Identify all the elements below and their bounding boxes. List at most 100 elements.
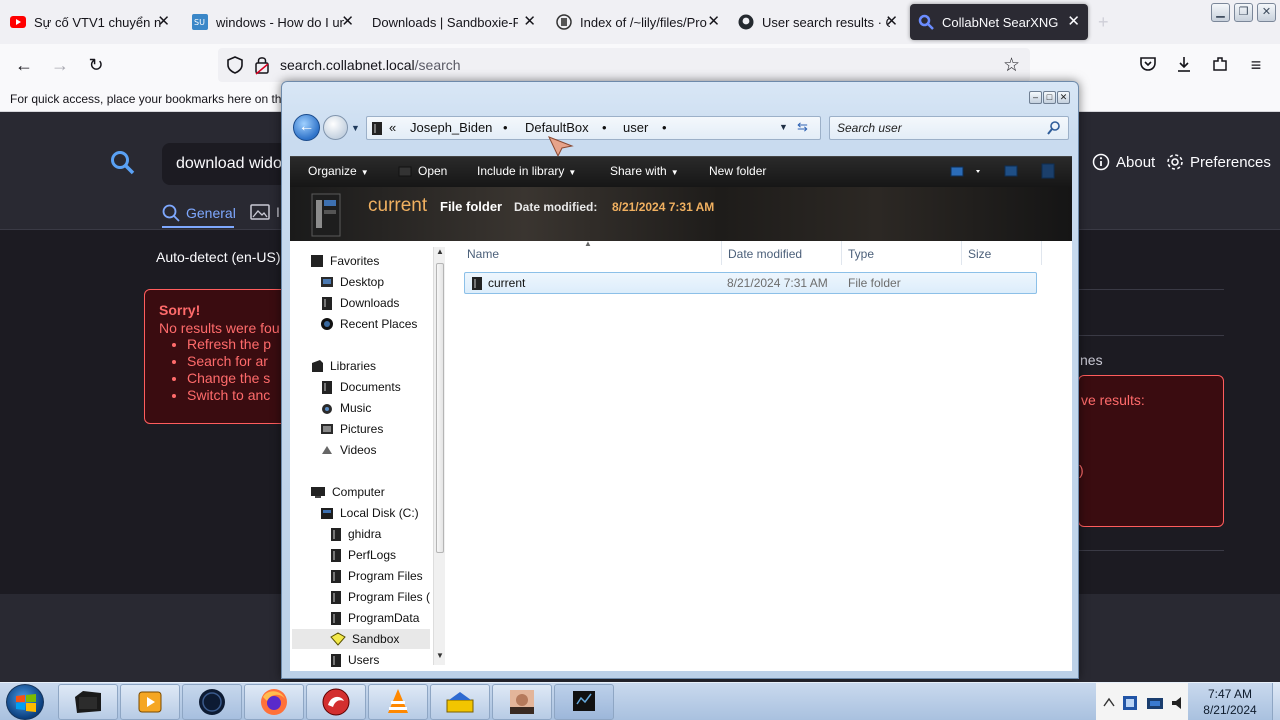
- extensions-icon[interactable]: [1210, 55, 1230, 75]
- show-desktop-button[interactable]: [1272, 683, 1280, 720]
- address-bar[interactable]: « Joseph_Biden • DefaultBox • user • ▼: [366, 116, 821, 140]
- include-in-library-button[interactable]: Include in library ▼: [477, 164, 576, 178]
- taskbar-photo-app[interactable]: [492, 684, 552, 720]
- tab-images[interactable]: I: [250, 204, 280, 220]
- back-arrow-icon[interactable]: ←: [14, 55, 34, 75]
- nav-local-disk[interactable]: Local Disk (C:): [320, 503, 419, 523]
- scroll-down-icon[interactable]: ▼: [436, 651, 444, 660]
- nav-libraries[interactable]: Libraries: [310, 356, 376, 376]
- restore-button[interactable]: ❐: [1234, 3, 1253, 22]
- taskbar-sandboxie[interactable]: [430, 684, 490, 720]
- breadcrumb-item[interactable]: user: [623, 120, 648, 135]
- nav-computer[interactable]: Computer: [310, 482, 385, 502]
- preview-pane-icon[interactable]: [1004, 164, 1018, 183]
- nav-documents[interactable]: Documents: [320, 377, 401, 397]
- breadcrumb-separator[interactable]: •: [602, 120, 607, 135]
- nav-folder-ghidra[interactable]: ghidra: [330, 524, 381, 544]
- nav-videos[interactable]: Videos: [320, 440, 376, 460]
- breadcrumb-item[interactable]: DefaultBox: [525, 120, 589, 135]
- refresh-icon[interactable]: ⇆: [797, 119, 808, 135]
- bookmark-star-icon[interactable]: ☆: [1003, 54, 1020, 77]
- taskbar-explorer[interactable]: [58, 684, 118, 720]
- column-name[interactable]: Name: [467, 247, 499, 261]
- tab-vtv1[interactable]: Sự cố VTV1 chuyển nhà ✕: [2, 4, 178, 40]
- preferences-link[interactable]: Preferences: [1166, 153, 1271, 171]
- reload-icon[interactable]: ↻: [86, 55, 106, 75]
- back-button[interactable]: ←: [293, 114, 320, 141]
- nav-recent-places[interactable]: Recent Places: [320, 314, 417, 334]
- taskbar-media-player[interactable]: [120, 684, 180, 720]
- minimize-button[interactable]: –: [1029, 91, 1042, 104]
- pocket-icon[interactable]: [1138, 55, 1158, 75]
- share-with-button[interactable]: Share with ▼: [610, 164, 679, 178]
- taskbar-globe[interactable]: [182, 684, 242, 720]
- view-options-icon[interactable]: [950, 165, 984, 184]
- column-divider[interactable]: [721, 241, 722, 265]
- system-clock[interactable]: 7:47 AM 8/21/2024: [1192, 686, 1268, 718]
- organize-button[interactable]: Organize ▼: [308, 164, 369, 178]
- search-icon[interactable]: [1047, 120, 1061, 141]
- close-window-button[interactable]: ✕: [1257, 3, 1276, 22]
- url-bar[interactable]: search.collabnet.local/search ☆: [218, 48, 1030, 82]
- language-selector[interactable]: Auto-detect (en-US): [156, 249, 281, 265]
- nav-desktop[interactable]: Desktop: [320, 272, 384, 292]
- taskbar-ghidra[interactable]: [306, 684, 366, 720]
- file-row[interactable]: current 8/21/2024 7:31 AM File folder: [464, 272, 1037, 294]
- new-tab-button[interactable]: +: [1098, 12, 1109, 33]
- breadcrumb-separator[interactable]: •: [662, 120, 667, 135]
- downloads-icon[interactable]: [1174, 55, 1194, 75]
- tab-superuser[interactable]: SU windows - How do I un ✕: [184, 4, 362, 40]
- tab-sandboxie[interactable]: Downloads | Sandboxie-Plu ✕: [364, 4, 544, 40]
- column-type[interactable]: Type: [848, 247, 874, 261]
- taskbar-task-manager[interactable]: [554, 684, 614, 720]
- tab-github[interactable]: User search results · Git ✕: [730, 4, 906, 40]
- breadcrumb-item[interactable]: Joseph_Biden: [410, 120, 492, 135]
- nav-scrollbar[interactable]: ▲ ▼: [433, 247, 445, 665]
- start-button[interactable]: [6, 684, 44, 720]
- sandboxie-tray-icon[interactable]: [1122, 695, 1138, 716]
- nav-downloads[interactable]: Downloads: [320, 293, 399, 313]
- nav-folder-programdata[interactable]: ProgramData: [330, 608, 419, 628]
- history-dropdown-icon[interactable]: ▼: [351, 123, 360, 133]
- column-divider[interactable]: [841, 241, 842, 265]
- nav-folder-program-files-x86[interactable]: Program Files (: [330, 587, 430, 607]
- network-icon[interactable]: [1146, 695, 1164, 716]
- close-icon[interactable]: ✕: [523, 14, 536, 30]
- breadcrumb-separator[interactable]: •: [503, 120, 508, 135]
- menu-icon[interactable]: ≡: [1246, 55, 1266, 75]
- close-button[interactable]: ✕: [1057, 91, 1070, 104]
- nav-folder-users[interactable]: Users: [330, 650, 379, 670]
- search-box[interactable]: Search user: [829, 116, 1069, 140]
- overflow-chevron-icon[interactable]: «: [389, 120, 396, 135]
- help-icon[interactable]: [1041, 163, 1055, 184]
- nav-folder-sandbox[interactable]: Sandbox: [292, 629, 430, 649]
- open-button[interactable]: Open: [398, 164, 447, 178]
- volume-icon[interactable]: [1170, 695, 1186, 716]
- close-icon[interactable]: ✕: [707, 14, 720, 30]
- taskbar-firefox[interactable]: [244, 684, 304, 720]
- close-icon[interactable]: ✕: [885, 14, 898, 30]
- taskbar-vlc[interactable]: [368, 684, 428, 720]
- column-divider[interactable]: [1041, 241, 1042, 265]
- column-size[interactable]: Size: [968, 247, 991, 261]
- nav-folder-perflogs[interactable]: PerfLogs: [330, 545, 396, 565]
- forward-button[interactable]: [323, 115, 348, 140]
- tab-general[interactable]: General: [162, 204, 236, 228]
- scroll-up-icon[interactable]: ▲: [436, 247, 444, 256]
- column-divider[interactable]: [961, 241, 962, 265]
- nav-music[interactable]: Music: [320, 398, 371, 418]
- shield-icon[interactable]: [226, 56, 244, 79]
- close-icon[interactable]: ✕: [341, 14, 354, 30]
- nav-folder-program-files[interactable]: Program Files: [330, 566, 423, 586]
- tray-overflow-icon[interactable]: [1102, 695, 1116, 714]
- nav-favorites[interactable]: Favorites: [310, 251, 379, 271]
- forward-arrow-icon[interactable]: →: [50, 55, 70, 75]
- address-dropdown-icon[interactable]: ▼: [779, 122, 788, 132]
- url-text[interactable]: search.collabnet.local/search: [280, 57, 461, 73]
- scroll-thumb[interactable]: [436, 263, 444, 553]
- column-date-modified[interactable]: Date modified: [728, 247, 802, 261]
- about-link[interactable]: About: [1092, 153, 1155, 171]
- nav-pictures[interactable]: Pictures: [320, 419, 383, 439]
- tab-searxng[interactable]: CollabNet SearXNG ✕: [910, 4, 1088, 40]
- searxng-logo-icon[interactable]: [110, 150, 136, 183]
